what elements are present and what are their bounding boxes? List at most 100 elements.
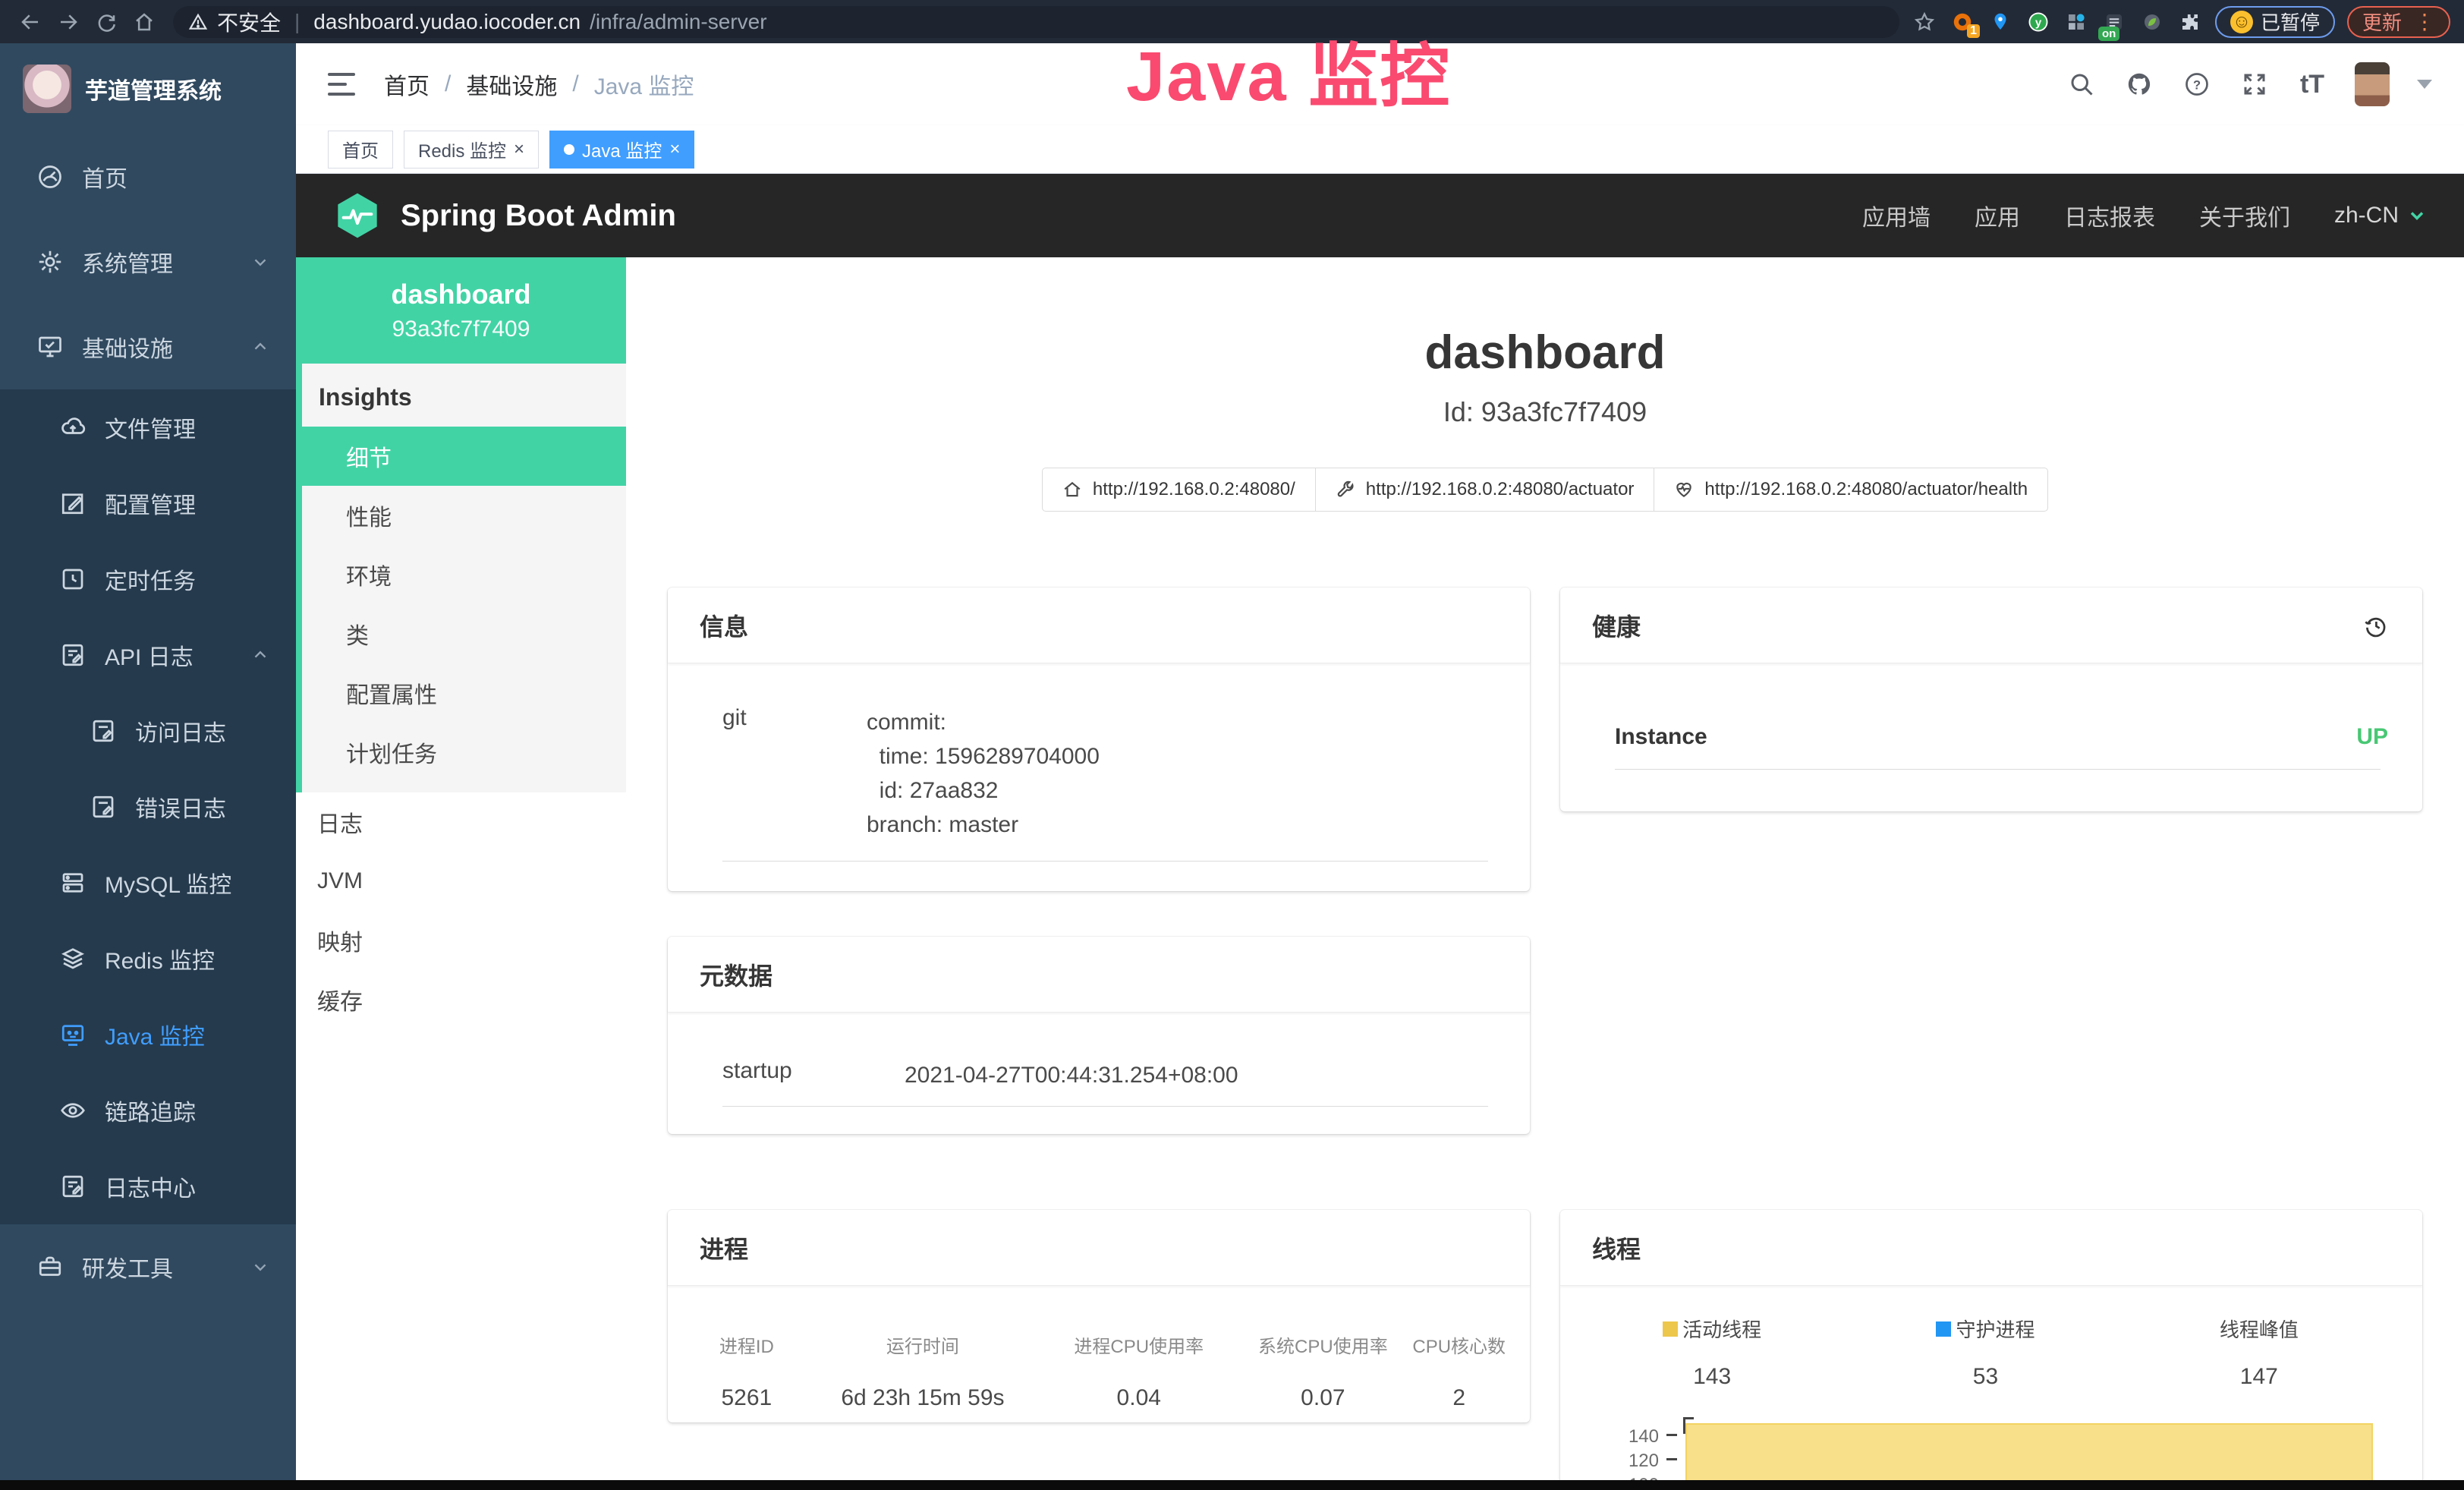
sba-menu-jvm[interactable]: JVM bbox=[296, 852, 626, 911]
browser-back-button[interactable] bbox=[14, 5, 47, 39]
help-icon[interactable]: ? bbox=[2182, 69, 2212, 99]
extension-on-switch-icon[interactable]: on bbox=[2101, 9, 2127, 35]
sidebar-item-scheduled-task[interactable]: 定时任务 bbox=[0, 541, 296, 617]
search-icon[interactable] bbox=[2066, 69, 2097, 99]
process-col-value: 6d 23h 15m 59s bbox=[803, 1385, 1043, 1411]
insights-group-label: Insights bbox=[302, 364, 626, 427]
extension-leaf-icon[interactable] bbox=[2139, 9, 2165, 35]
bookmark-star-icon[interactable] bbox=[1912, 9, 1937, 35]
sidebar-item-trace[interactable]: 链路追踪 bbox=[0, 1073, 296, 1148]
browser-home-button[interactable] bbox=[127, 5, 161, 39]
sba-menu-scheduled-tasks[interactable]: 计划任务 bbox=[302, 723, 626, 782]
y-tick: 120 bbox=[1575, 1451, 1659, 1472]
health-history-icon[interactable] bbox=[2360, 610, 2390, 641]
sba-nav-about[interactable]: 关于我们 bbox=[2199, 199, 2290, 232]
sidebar-item-api-log[interactable]: API 日志 bbox=[0, 617, 296, 693]
sba-nav-wallboard[interactable]: 应用墙 bbox=[1862, 199, 1931, 232]
process-card: 进程 进程ID 5261 运行时间 6d 23h 15m 59s bbox=[668, 1210, 1530, 1422]
sidebar-item-system[interactable]: 系统管理 bbox=[0, 219, 296, 304]
sidebar-item-file-manage[interactable]: 文件管理 bbox=[0, 389, 296, 465]
browser-refresh-button[interactable] bbox=[90, 5, 123, 39]
sba-nav-journal[interactable]: 日志报表 bbox=[2064, 199, 2155, 232]
sba-menu-classes[interactable]: 类 bbox=[302, 604, 626, 663]
chrome-update-button[interactable]: 更新 ⋮ bbox=[2347, 6, 2450, 38]
java-monitor-annotation: Java 监控 bbox=[1126, 20, 1451, 121]
security-label: 不安全 bbox=[217, 7, 281, 37]
tab-redis-monitor[interactable]: Redis 监控 × bbox=[404, 131, 539, 169]
sba-menu-caches[interactable]: 缓存 bbox=[296, 970, 626, 1029]
extension-green-y-icon[interactable]: y bbox=[2025, 9, 2051, 35]
sidebar-item-label: 错误日志 bbox=[135, 790, 226, 824]
instance-id: 93a3fc7f7409 bbox=[392, 317, 530, 342]
sidebar-item-mysql-monitor[interactable]: MySQL 监控 bbox=[0, 845, 296, 921]
metadata-card: 元数据 startup 2021-04-27T00:44:31.254+08:0… bbox=[668, 937, 1530, 1134]
app-logo-row[interactable]: 芋道管理系统 bbox=[0, 43, 296, 134]
github-icon[interactable] bbox=[2124, 69, 2154, 99]
sidebar-item-label: 链路追踪 bbox=[105, 1094, 196, 1127]
breadcrumb-infra[interactable]: 基础设施 bbox=[466, 68, 557, 101]
active-tab-dot bbox=[564, 144, 574, 155]
extension-grid-icon[interactable] bbox=[2063, 9, 2089, 35]
close-icon[interactable]: × bbox=[669, 140, 680, 159]
sba-menu-env[interactable]: 环境 bbox=[302, 545, 626, 604]
breadcrumb-separator: / bbox=[572, 71, 578, 97]
breadcrumb-home[interactable]: 首页 bbox=[384, 68, 430, 101]
sba-instance-header[interactable]: dashboard 93a3fc7f7409 bbox=[296, 257, 626, 364]
sidebar-item-infra[interactable]: 基础设施 bbox=[0, 304, 296, 389]
legend-swatch-daemon bbox=[1936, 1321, 1951, 1337]
sidebar-item-home[interactable]: 首页 bbox=[0, 134, 296, 219]
health-url-button[interactable]: http://192.168.0.2:48080/actuator/health bbox=[1654, 468, 2048, 512]
tab-label: Java 监控 bbox=[582, 136, 662, 162]
paused-extension-chip[interactable]: ☺ 已暂停 bbox=[2215, 6, 2335, 38]
page-title: dashboard bbox=[668, 326, 2422, 380]
clock-square-icon bbox=[59, 565, 87, 593]
avatar[interactable] bbox=[2355, 62, 2390, 106]
window-bottom-edge bbox=[0, 1480, 2464, 1490]
sidebar-item-label: 文件管理 bbox=[105, 411, 196, 444]
health-url: http://192.168.0.2:48080/actuator/health bbox=[1704, 479, 2028, 500]
tab-java-monitor[interactable]: Java 监控 × bbox=[549, 131, 694, 169]
browser-forward-button[interactable] bbox=[52, 5, 85, 39]
breadcrumb-separator: / bbox=[445, 71, 451, 97]
sidebar-collapse-icon[interactable] bbox=[328, 73, 355, 96]
sidebar-item-access-log[interactable]: 访问日志 bbox=[0, 693, 296, 769]
sba-menu-mappings[interactable]: 映射 bbox=[296, 911, 626, 970]
sidebar-item-label: Java 监控 bbox=[105, 1018, 205, 1051]
sba-locale-select[interactable]: zh-CN bbox=[2334, 203, 2428, 228]
sidebar-item-devtools[interactable]: 研发工具 bbox=[0, 1224, 296, 1309]
sidebar-item-java-monitor[interactable]: Java 监控 bbox=[0, 997, 296, 1073]
sidebar-item-redis-monitor[interactable]: Redis 监控 bbox=[0, 921, 296, 997]
sba-menu-metrics[interactable]: 性能 bbox=[302, 486, 626, 545]
sba-nav-applications[interactable]: 应用 bbox=[1975, 199, 2020, 232]
locale-value: zh-CN bbox=[2334, 203, 2399, 228]
threads-card-title: 线程 bbox=[1560, 1210, 2422, 1286]
sidebar-submenu-infra: 文件管理 配置管理 定时任务 API 日志 bbox=[0, 389, 296, 1224]
sba-menu-configprops[interactable]: 配置属性 bbox=[302, 663, 626, 723]
extension-pin-icon[interactable] bbox=[1987, 9, 2013, 35]
tab-home[interactable]: 首页 bbox=[328, 131, 393, 169]
sba-menu-details[interactable]: 细节 bbox=[296, 427, 626, 486]
java-monitor-icon bbox=[59, 1021, 87, 1048]
actuator-url-button[interactable]: http://192.168.0.2:48080/actuator bbox=[1315, 468, 1655, 512]
url-path: /infra/admin-server bbox=[590, 10, 766, 34]
legend-value: 53 bbox=[1849, 1364, 2122, 1390]
spring-boot-admin-logo-icon bbox=[332, 191, 382, 241]
avatar-caret-icon[interactable] bbox=[2417, 80, 2432, 89]
process-col-header: 进程CPU使用率 bbox=[1043, 1331, 1235, 1358]
sba-brand-title[interactable]: Spring Boot Admin bbox=[401, 199, 676, 233]
extension-orange-icon[interactable]: 1 bbox=[1949, 9, 1975, 35]
extensions-puzzle-icon[interactable] bbox=[2177, 9, 2203, 35]
sidebar-item-config-manage[interactable]: 配置管理 bbox=[0, 465, 296, 541]
sidebar-item-log-center[interactable]: 日志中心 bbox=[0, 1148, 296, 1224]
sba-menu-logs[interactable]: 日志 bbox=[296, 792, 626, 852]
address-bar[interactable]: 不安全 | dashboard.yudao.iocoder.cn /infra/… bbox=[173, 6, 1899, 38]
browser-menu-kebab-icon[interactable]: ⋮ bbox=[2414, 11, 2435, 33]
close-icon[interactable]: × bbox=[514, 140, 524, 159]
metadata-card-title: 元数据 bbox=[668, 937, 1530, 1013]
service-url-button[interactable]: http://192.168.0.2:48080/ bbox=[1042, 468, 1316, 512]
font-size-icon[interactable]: tT bbox=[2297, 69, 2327, 99]
fullscreen-icon[interactable] bbox=[2239, 69, 2270, 99]
sba-instance-sidebar: dashboard 93a3fc7f7409 Insights 细节 性能 环境… bbox=[296, 257, 626, 1490]
breadcrumb: 首页 / 基础设施 / Java 监控 bbox=[384, 68, 694, 101]
sidebar-item-error-log[interactable]: 错误日志 bbox=[0, 769, 296, 845]
